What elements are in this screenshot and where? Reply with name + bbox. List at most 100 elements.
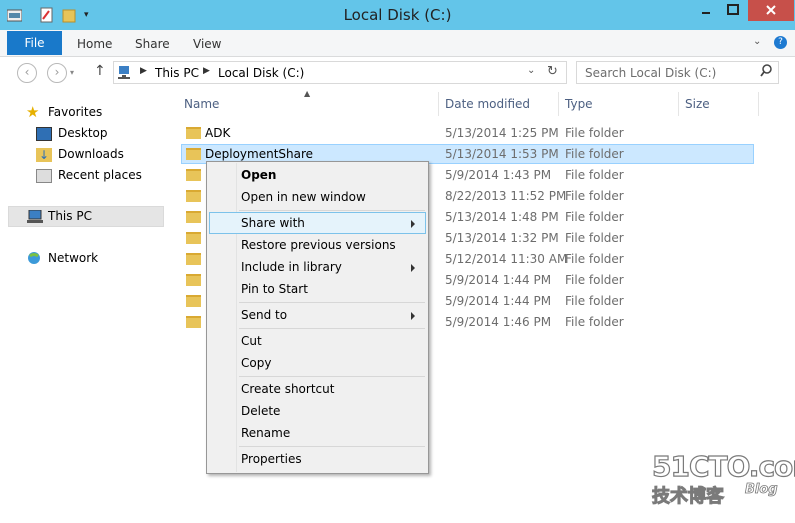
- nav-desktop[interactable]: Desktop: [58, 126, 108, 140]
- context-menu-gutter: [236, 163, 237, 472]
- menu-separator: [239, 376, 425, 377]
- recent-locations-icon[interactable]: ▾: [70, 68, 74, 77]
- file-date: 5/13/2014 1:32 PM: [445, 231, 559, 245]
- help-icon[interactable]: ?: [774, 36, 787, 49]
- column-divider[interactable]: [558, 92, 559, 116]
- column-header-date[interactable]: Date modified: [445, 97, 530, 111]
- file-type: File folder: [565, 210, 624, 224]
- file-type: File folder: [565, 126, 624, 140]
- address-dropdown-icon[interactable]: ⌄: [527, 65, 535, 76]
- nav-this-pc[interactable]: This PC: [48, 209, 92, 223]
- menu-item-include-in-library[interactable]: Include in library: [241, 260, 342, 274]
- column-header-type[interactable]: Type: [565, 97, 593, 111]
- search-placeholder: Search Local Disk (C:): [585, 66, 717, 80]
- up-button[interactable]: ↑: [94, 63, 106, 79]
- menu-item-send-to[interactable]: Send to: [241, 308, 287, 322]
- file-type: File folder: [565, 231, 624, 245]
- breadcrumb-separator-icon[interactable]: ▶: [203, 66, 210, 76]
- nav-recent-places[interactable]: Recent places: [58, 168, 142, 182]
- menu-item-delete[interactable]: Delete: [241, 404, 280, 418]
- folder-icon: [186, 169, 201, 181]
- file-date: 8/22/2013 11:52 PM: [445, 189, 567, 203]
- refresh-icon[interactable]: ↻: [547, 64, 558, 79]
- desktop-icon: [36, 127, 52, 141]
- menu-item-restore-previous-versions[interactable]: Restore previous versions: [241, 238, 396, 252]
- downloads-icon: ↓: [36, 148, 52, 162]
- folder-icon: [186, 295, 201, 307]
- column-header-name[interactable]: Name: [184, 97, 219, 111]
- folder-icon: [186, 127, 201, 139]
- sort-indicator-icon: ▲: [304, 89, 311, 98]
- forward-button[interactable]: ›: [47, 63, 67, 83]
- column-header-size[interactable]: Size: [685, 97, 710, 111]
- file-name[interactable]: DeploymentShare: [205, 147, 313, 161]
- tab-home[interactable]: Home: [77, 37, 112, 51]
- breadcrumb-local-disk[interactable]: Local Disk (C:): [218, 66, 304, 80]
- submenu-arrow-icon: [411, 312, 415, 320]
- ribbon-bar: [0, 30, 795, 57]
- file-type: File folder: [565, 168, 624, 182]
- file-type: File folder: [565, 294, 624, 308]
- menu-item-rename[interactable]: Rename: [241, 426, 290, 440]
- tab-share[interactable]: Share: [135, 37, 170, 51]
- favorites-star-icon: ★: [26, 103, 40, 121]
- watermark-blog: Blog: [745, 482, 778, 498]
- menu-separator: [239, 328, 425, 329]
- column-divider[interactable]: [678, 92, 679, 116]
- file-date: 5/9/2014 1:43 PM: [445, 168, 552, 182]
- menu-item-properties[interactable]: Properties: [241, 452, 302, 466]
- this-pc-icon: [27, 209, 43, 226]
- back-button[interactable]: ‹: [17, 63, 37, 83]
- breadcrumb-this-pc[interactable]: This PC: [155, 66, 199, 80]
- file-type: File folder: [565, 189, 624, 203]
- nav-favorites[interactable]: Favorites: [48, 105, 102, 119]
- folder-icon: [186, 190, 201, 202]
- breadcrumb-separator-icon[interactable]: ▶: [140, 66, 147, 76]
- submenu-arrow-icon: [411, 220, 415, 228]
- computer-icon: [118, 65, 134, 82]
- menu-item-copy[interactable]: Copy: [241, 356, 271, 370]
- file-date: 5/9/2014 1:44 PM: [445, 294, 552, 308]
- window-title: Local Disk (C:): [343, 6, 452, 24]
- menu-item-open[interactable]: Open: [241, 168, 276, 182]
- file-type: File folder: [565, 315, 624, 329]
- minimize-button[interactable]: [693, 0, 719, 21]
- file-type: File folder: [565, 273, 624, 287]
- search-icon[interactable]: [760, 64, 772, 81]
- nav-downloads[interactable]: Downloads: [58, 147, 124, 161]
- folder-icon: [186, 232, 201, 244]
- menu-item-share-with[interactable]: Share with: [241, 216, 305, 230]
- close-button[interactable]: [748, 0, 794, 21]
- maximize-button[interactable]: [720, 0, 746, 21]
- menu-separator: [239, 446, 425, 447]
- nav-network[interactable]: Network: [48, 251, 98, 265]
- file-type: File folder: [565, 252, 624, 266]
- folder-icon: [186, 148, 201, 160]
- tab-file[interactable]: File: [7, 31, 62, 55]
- network-icon: [27, 251, 43, 268]
- folder-icon: [186, 316, 201, 328]
- file-date: 5/9/2014 1:44 PM: [445, 273, 552, 287]
- column-divider[interactable]: [438, 92, 439, 116]
- folder-icon: [186, 253, 201, 265]
- menu-item-open-new-window[interactable]: Open in new window: [241, 190, 366, 204]
- watermark-logo: 51CTO.com: [651, 449, 795, 483]
- menu-item-cut[interactable]: Cut: [241, 334, 262, 348]
- menu-separator: [239, 210, 425, 211]
- file-name[interactable]: ADK: [205, 126, 230, 140]
- file-date: 5/9/2014 1:46 PM: [445, 315, 552, 329]
- context-menu: [206, 161, 429, 474]
- folder-icon: [186, 211, 201, 223]
- column-divider[interactable]: [758, 92, 759, 116]
- file-date: 5/13/2014 1:53 PM: [445, 147, 559, 161]
- recent-places-icon: [36, 169, 52, 183]
- expand-ribbon-icon[interactable]: ⌄: [753, 36, 761, 47]
- file-date: 5/13/2014 1:25 PM: [445, 126, 559, 140]
- folder-icon: [186, 274, 201, 286]
- menu-item-create-shortcut[interactable]: Create shortcut: [241, 382, 334, 396]
- tab-view[interactable]: View: [193, 37, 221, 51]
- menu-item-pin-to-start[interactable]: Pin to Start: [241, 282, 308, 296]
- file-date: 5/13/2014 1:48 PM: [445, 210, 559, 224]
- file-date: 5/12/2014 11:30 AM: [445, 252, 568, 266]
- watermark-subtitle: 技术博客: [652, 486, 725, 508]
